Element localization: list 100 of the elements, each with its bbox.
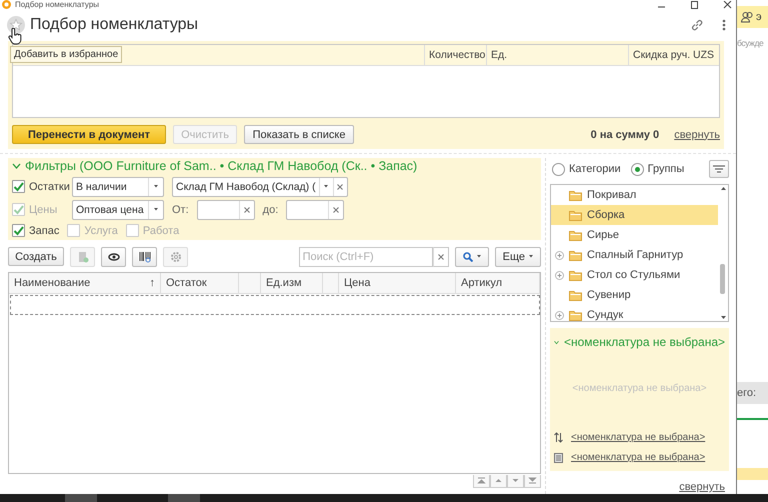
radio-label: Категории	[569, 163, 621, 175]
radio-button[interactable]	[552, 162, 565, 176]
eye-icon	[108, 250, 120, 262]
expand-icon[interactable]	[555, 250, 564, 260]
chevron-icon[interactable]	[554, 338, 559, 346]
background-bar	[737, 468, 768, 480]
search-field[interactable]: Поиск (Ctrl+F)	[298, 246, 433, 266]
page-down-icon	[511, 477, 520, 484]
first-page-button[interactable]	[473, 474, 490, 488]
clear-icon[interactable]	[337, 184, 344, 190]
field-label: до:	[262, 204, 278, 216]
radio-label: Группы	[648, 163, 684, 175]
item-link[interactable]: <номенклатура не выбрана>	[571, 432, 706, 442]
clear-button[interactable]	[432, 246, 449, 266]
collapse-link[interactable]: свернуть	[674, 128, 720, 140]
filter-icon	[713, 165, 725, 173]
sort-indicator: ↑	[150, 277, 155, 289]
maximize-icon[interactable]	[690, 0, 699, 8]
background-tab[interactable]: э	[737, 6, 768, 28]
search-icon	[462, 252, 473, 262]
caret-icon	[529, 255, 533, 258]
filter-settings-button[interactable]	[709, 160, 729, 178]
expand-icon[interactable]	[555, 270, 564, 280]
tree-item[interactable]: Стол со Стульями	[551, 265, 718, 285]
search-button[interactable]	[454, 246, 489, 266]
scroll-thumb[interactable]	[720, 264, 725, 294]
transfer-button[interactable]: Перенести в документ	[12, 125, 166, 144]
collapse-link[interactable]: свернуть	[679, 481, 725, 493]
item-link[interactable]: <номенклатура не выбрана>	[571, 452, 706, 462]
more-icon[interactable]	[722, 19, 726, 31]
column-header[interactable]: Цена	[344, 277, 370, 289]
caret-icon[interactable]	[154, 185, 158, 188]
last-page-button[interactable]	[524, 474, 541, 488]
tree-item[interactable]: Спалный Гарнитур	[551, 245, 718, 265]
scroll-down-icon[interactable]	[720, 316, 726, 319]
page-up-button[interactable]	[490, 474, 507, 488]
empty-text: <номенклатура не выбрана>	[572, 382, 707, 394]
column-header[interactable]: Ед.изм	[266, 277, 302, 289]
clipboard-icon	[554, 452, 563, 462]
background-label: бсужде	[737, 38, 764, 48]
folder-icon	[569, 290, 582, 300]
show-in-list-button[interactable]: Показать в списке	[244, 125, 354, 144]
folder-icon	[569, 210, 582, 220]
tree-item[interactable]: Сирье	[551, 225, 718, 245]
more-button[interactable]: Еще	[494, 246, 541, 266]
column-header[interactable]: Артикул	[461, 277, 502, 289]
checkbox-label: Цены	[29, 204, 58, 216]
folder-icon	[569, 250, 582, 260]
chevron-icon[interactable]	[12, 163, 21, 170]
gear-button[interactable]	[163, 246, 188, 266]
checkbox[interactable]	[12, 224, 25, 238]
checkbox-label: Услуга	[84, 224, 118, 237]
field-label: От:	[172, 204, 189, 216]
radio-button[interactable]	[630, 162, 644, 176]
stock-mode-dropdown[interactable]: В наличии	[72, 176, 164, 197]
caret-icon[interactable]	[324, 185, 328, 188]
clear-icon[interactable]	[244, 206, 250, 213]
folder-icon	[569, 270, 582, 280]
barcode-icon	[138, 250, 150, 262]
first-page-icon	[477, 477, 486, 484]
column-header[interactable]: Остаток	[166, 277, 207, 289]
clear-icon[interactable]	[333, 206, 340, 213]
tree-item[interactable]: Сувенир	[551, 285, 718, 305]
checkbox[interactable]	[12, 180, 25, 194]
barcode-button[interactable]	[132, 246, 157, 266]
add-document-icon	[76, 250, 88, 262]
create-button[interactable]: Создать	[8, 247, 64, 266]
tree-item[interactable]: Покривал	[551, 185, 718, 205]
column-header: Ед.	[491, 49, 508, 61]
folder-icon	[569, 230, 582, 240]
price-from-field[interactable]	[196, 200, 255, 220]
price-to-field[interactable]	[286, 200, 344, 220]
background-panel: его:	[737, 382, 768, 404]
empty-row[interactable]	[10, 295, 540, 315]
people-icon	[741, 11, 753, 23]
column-header: Количество	[429, 49, 486, 61]
tree-item[interactable]: Сундук	[551, 305, 718, 321]
up-down-arrows-icon	[554, 432, 563, 442]
tree-item[interactable]: Сборка	[551, 205, 718, 225]
star-icon[interactable]	[7, 16, 25, 34]
close-icon[interactable]	[723, 0, 732, 8]
checkbox-label: Запас	[29, 224, 60, 237]
column-header: Скидка руч. UZS	[633, 49, 714, 61]
gear-icon	[170, 250, 182, 262]
window-title: Подбор номенклатуры	[15, 0, 100, 9]
checkbox-label: Работа	[142, 224, 180, 237]
tooltip: Добавить в избранное	[10, 46, 122, 63]
caret-icon[interactable]	[154, 208, 158, 212]
page-down-button[interactable]	[507, 474, 524, 488]
eye-button[interactable]	[101, 246, 126, 266]
folder-icon	[569, 190, 582, 200]
page-up-icon	[494, 477, 503, 484]
checkbox-label: Остатки	[29, 180, 70, 193]
expand-icon[interactable]	[555, 310, 564, 320]
scrollbar[interactable]	[718, 185, 728, 321]
clear-icon[interactable]	[438, 254, 444, 260]
column-header[interactable]: Наименование	[14, 277, 90, 289]
link-icon[interactable]	[690, 18, 704, 32]
scroll-up-icon[interactable]	[720, 187, 726, 190]
warehouse-dropdown[interactable]: Склад ГМ Навобод (Склад) (	[172, 176, 348, 197]
